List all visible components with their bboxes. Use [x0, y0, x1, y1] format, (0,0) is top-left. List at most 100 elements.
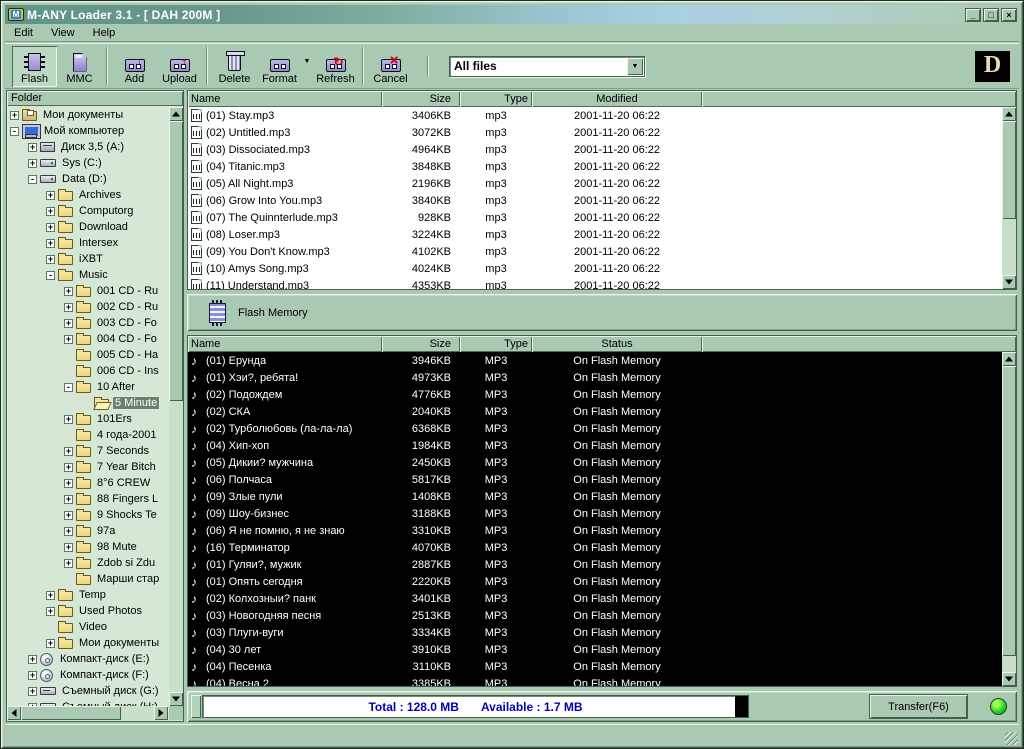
tree-item[interactable]: 005 CD - Ha [8, 347, 168, 363]
device-row[interactable]: ♪ (03) Плуги-вуги 3334KB MP3 On Flash Memory [188, 624, 1002, 641]
expand-icon[interactable]: + [64, 558, 73, 568]
scroll-down-icon[interactable] [1002, 672, 1016, 686]
device-row[interactable]: ♪ (16) Терминатор 4070KB MP3 On Flash Memory [188, 539, 1002, 556]
tree-item[interactable]: +Съемный диск (H:) [8, 699, 168, 706]
transfer-button[interactable]: Transfer(F6) [869, 694, 968, 719]
device-row[interactable]: ♪ (02) Подождем 4776KB MP3 On Flash Memory [188, 386, 1002, 403]
tree-item[interactable]: + Intersex [8, 235, 168, 251]
device-list-scrollbar[interactable] [1002, 352, 1016, 686]
menu-item-edit[interactable]: Edit [5, 26, 42, 40]
file-row[interactable]: (03) Dissociated.mp3 4964KB mp3 2001-11-20 … [188, 141, 1002, 158]
file-list-scrollbar[interactable] [1002, 107, 1016, 289]
maximize-button[interactable]: □ [983, 7, 999, 22]
device-row[interactable]: ♪ (01) Ерунда 3946KB MP3 On Flash Memory [188, 352, 1002, 369]
refresh-button[interactable]: ↻ Refresh [313, 46, 358, 87]
device-row[interactable]: ♪ (04) 30 лет 3910KB MP3 On Flash Memory [188, 641, 1002, 658]
resize-grip[interactable] [1005, 732, 1018, 745]
tree-item[interactable]: Марши стар [8, 571, 168, 587]
expand-icon[interactable]: + [46, 606, 55, 616]
tree-item[interactable]: + Temp [8, 587, 168, 603]
device-row[interactable]: ♪ (04) Хип-хоп 1984KB MP3 On Flash Memory [188, 437, 1002, 454]
scroll-up-icon[interactable] [1002, 352, 1016, 366]
column-header-size[interactable]: Size [382, 336, 460, 352]
device-row[interactable]: ♪ (02) СКА 2040KB MP3 On Flash Memory [188, 403, 1002, 420]
device-row[interactable]: ♪ (02) Колхозныи? панк 3401KB MP3 On Flash M… [188, 590, 1002, 607]
file-row[interactable]: (09) You Don't Know.mp3 4102KB mp3 2001-11-… [188, 243, 1002, 260]
tree-item[interactable]: + Диск 3,5 (A:) [8, 139, 168, 155]
menu-item-view[interactable]: View [42, 26, 84, 40]
column-header-type[interactable]: Type [460, 91, 532, 107]
folder-panel-header[interactable]: Folder [7, 91, 183, 106]
expand-icon[interactable]: + [28, 686, 37, 696]
expand-icon[interactable]: + [64, 446, 73, 456]
expand-icon[interactable]: + [46, 638, 55, 648]
file-row[interactable]: (08) Loser.mp3 3224KB mp3 2001-11-20 06:22 [188, 226, 1002, 243]
tree-item[interactable]: + Computorg [8, 203, 168, 219]
column-header-name[interactable]: Name [188, 336, 382, 352]
tree-vertical-scrollbar[interactable] [169, 107, 183, 706]
scroll-down-icon[interactable] [1002, 275, 1016, 289]
tree-item[interactable]: + Used Photos [8, 603, 168, 619]
file-row[interactable]: (06) Grow Into You.mp3 3840KB mp3 2001-11-2… [188, 192, 1002, 209]
scroll-up-icon[interactable] [1002, 107, 1016, 121]
device-row[interactable]: ♪ (01) Хэи?, ребята! 4973KB MP3 On Flash Mem… [188, 369, 1002, 386]
expand-icon[interactable]: + [64, 302, 73, 312]
column-header-modified[interactable]: Modified [532, 91, 702, 107]
collapse-icon[interactable]: - [10, 126, 19, 136]
device-row[interactable]: ♪ (09) Шоу-бизнес 3188KB MP3 On Flash Memory [188, 505, 1002, 522]
tree-hscroll-thumb[interactable] [21, 706, 121, 720]
expand-icon[interactable]: + [46, 206, 55, 216]
expand-icon[interactable]: + [46, 222, 55, 232]
tree-item[interactable]: + Zdob si Zdu [8, 555, 168, 571]
column-header-size[interactable]: Size [382, 91, 460, 107]
scroll-left-icon[interactable] [7, 706, 21, 720]
delete-button[interactable]: Delete [212, 46, 257, 87]
expand-icon[interactable]: + [64, 462, 73, 472]
tree-item[interactable]: +8°6 CREW [8, 475, 168, 491]
format-dropdown-icon[interactable]: ▼ [302, 58, 312, 65]
tree-item[interactable]: 006 CD - Ins [8, 363, 168, 379]
device-row[interactable]: ♪ (01) Гуляи?, мужик 2887KB MP3 On Flash Mem… [188, 556, 1002, 573]
tree-item[interactable]: +7 Year Bitch [8, 459, 168, 475]
menu-item-help[interactable]: Help [84, 26, 125, 40]
add-button[interactable]: ↓ Add [112, 46, 157, 87]
expand-icon[interactable]: + [10, 110, 19, 120]
tree-item[interactable]: +101Ers [8, 411, 168, 427]
tree-item[interactable]: - Music [8, 267, 168, 283]
tree-item[interactable]: +97a [8, 523, 168, 539]
column-header-status[interactable]: Status [532, 336, 702, 352]
tree-item[interactable]: Video [8, 619, 168, 635]
expand-icon[interactable]: + [64, 494, 73, 504]
tree-item[interactable]: + Компакт-диск (F:) [8, 667, 168, 683]
tree-item[interactable]: 5 Minute [8, 395, 168, 411]
file-row[interactable]: (05) All Night.mp3 2196KB mp3 2001-11-20 06… [188, 175, 1002, 192]
expand-icon[interactable]: + [28, 158, 37, 168]
device-list-scroll-thumb[interactable] [1002, 366, 1016, 656]
device-row[interactable]: ♪ (05) Дикии? мужчина 2450KB MP3 On Flash Me… [188, 454, 1002, 471]
device-row[interactable]: ♪ (09) Злые пули 1408KB MP3 On Flash Memory [188, 488, 1002, 505]
tree-item[interactable]: + Archives [8, 187, 168, 203]
file-list-scroll-thumb[interactable] [1002, 121, 1016, 219]
expand-icon[interactable]: + [28, 142, 37, 152]
tree-item[interactable]: +002 CD - Ru [8, 299, 168, 315]
scroll-right-icon[interactable] [154, 706, 168, 720]
flash-button[interactable]: Flash [12, 45, 57, 87]
tree-item[interactable]: - 10 After [8, 379, 168, 395]
tree-item[interactable]: +004 CD - Fo [8, 331, 168, 347]
tree-item[interactable]: + Download [8, 219, 168, 235]
tree-item[interactable]: + iXBT [8, 251, 168, 267]
upload-button[interactable]: ↑ Upload [157, 46, 202, 87]
tree-item[interactable]: + Мои документы [8, 635, 168, 651]
device-row[interactable]: ♪ (03) Новогодняя песня 2513KB MP3 On Flash … [188, 607, 1002, 624]
file-row[interactable]: (02) Untitled.mp3 3072KB mp3 2001-11-20 06:… [188, 124, 1002, 141]
tree-item[interactable]: +003 CD - Fo [8, 315, 168, 331]
device-row[interactable]: ♪ (06) Полчаса 5817KB MP3 On Flash Memory [188, 471, 1002, 488]
expand-icon[interactable]: + [64, 510, 73, 520]
tree-item[interactable]: - Мой компьютер [8, 123, 168, 139]
file-filter-combobox[interactable]: All files ▼ [449, 55, 645, 77]
device-row[interactable]: ♪ (01) Опять сегодня 2220KB MP3 On Flash Mem… [188, 573, 1002, 590]
expand-icon[interactable]: + [64, 334, 73, 344]
combobox-dropdown-icon[interactable]: ▼ [627, 57, 643, 75]
tree-item[interactable]: +7 Seconds [8, 443, 168, 459]
device-row[interactable]: ♪ (06) Я не помню, я не знаю 3310KB MP3 On F… [188, 522, 1002, 539]
